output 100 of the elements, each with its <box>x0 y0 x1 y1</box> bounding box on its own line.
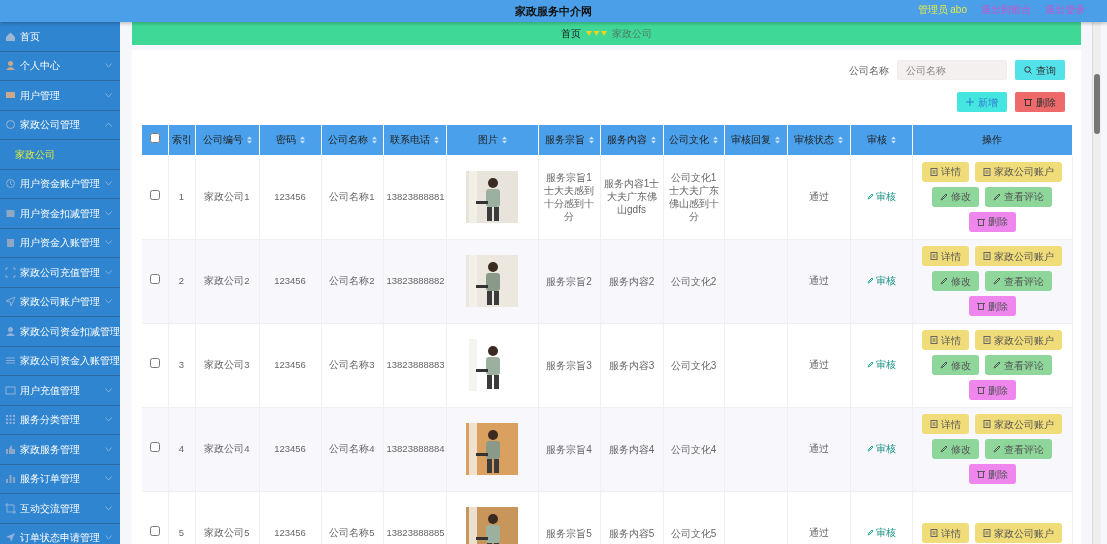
column-header: 操作 <box>912 125 1072 155</box>
table-cell: 服务宗旨2 <box>538 239 600 323</box>
table-cell: 通过 <box>787 491 850 544</box>
edit-button[interactable]: 修改 <box>932 271 979 291</box>
column-header: 索引 <box>168 125 195 155</box>
document-icon <box>930 167 938 176</box>
sidebar-item[interactable]: 个人中心 <box>0 51 120 81</box>
column-header[interactable]: 服务宗旨 <box>538 125 600 155</box>
search-button[interactable]: 查询 <box>1015 60 1065 80</box>
sidebar-item[interactable]: 首页 <box>0 22 120 52</box>
table-cell: 服务内容3 <box>600 323 663 407</box>
sidebar-item[interactable]: 家政公司资金扣减管理 <box>0 317 120 347</box>
trash-icon <box>976 386 985 394</box>
row-checkbox[interactable] <box>149 189 160 200</box>
column-header[interactable]: 审核状态 <box>787 125 850 155</box>
account-button[interactable]: 家政公司账户 <box>975 246 1062 266</box>
trash-icon <box>1024 98 1032 106</box>
edit-button[interactable]: 修改 <box>932 439 979 459</box>
sidebar-item[interactable]: 用户资金入账管理 <box>0 228 120 258</box>
table-cell: 家政公司2 <box>195 239 259 323</box>
account-button[interactable]: 家政公司账户 <box>975 414 1062 434</box>
table-cell: 通过 <box>787 239 850 323</box>
row-checkbox[interactable] <box>149 525 160 536</box>
details-button[interactable]: 详情 <box>922 161 969 182</box>
column-header[interactable]: 联系电话 <box>383 125 446 155</box>
column-header[interactable]: 服务内容 <box>600 125 663 155</box>
grid-icon <box>5 414 16 426</box>
document-icon <box>930 529 938 537</box>
document-icon <box>983 167 991 176</box>
frame-icon <box>5 266 16 278</box>
clock-icon <box>5 178 16 190</box>
edit-button[interactable]: 修改 <box>932 186 979 207</box>
review-link[interactable]: 审核 <box>866 441 896 457</box>
select-all-checkbox[interactable] <box>149 132 160 143</box>
sidebar-item[interactable]: 服务分类管理 <box>0 405 120 435</box>
table-cell: 123456 <box>259 239 321 323</box>
column-header[interactable]: 图片 <box>446 125 538 155</box>
sidebar-item[interactable]: 服务订单管理 <box>0 464 120 494</box>
delete-button[interactable]: 删除 <box>968 464 1016 484</box>
pen-icon <box>993 445 1001 453</box>
sidebar-item[interactable]: 用户管理 <box>0 81 120 111</box>
row-checkbox[interactable] <box>149 441 160 452</box>
sidebar-item[interactable]: 家政公司资金入账管理 <box>0 346 120 376</box>
column-header[interactable]: 公司名称 <box>321 125 383 155</box>
delete-button[interactable]: 删除 <box>968 380 1016 400</box>
trash-icon <box>976 217 985 226</box>
sidebar-item[interactable]: 家政公司管理 <box>0 110 120 140</box>
column-header[interactable]: 公司文化 <box>663 125 724 155</box>
table-cell: 公司名称1 <box>321 155 383 239</box>
column-header[interactable]: 审核 <box>850 125 912 155</box>
account-button[interactable]: 家政公司账户 <box>975 330 1062 350</box>
comments-button[interactable]: 查看评论 <box>985 355 1052 375</box>
review-link[interactable]: 审核 <box>866 525 896 541</box>
edit-button[interactable]: 修改 <box>932 355 979 375</box>
document-icon <box>983 420 991 428</box>
table-cell: 服务宗旨5 <box>538 491 600 544</box>
sidebar-item[interactable]: 用户充值管理 <box>0 376 120 406</box>
row-checkbox[interactable] <box>149 357 160 368</box>
comments-button[interactable]: 查看评论 <box>985 186 1052 207</box>
comments-button[interactable]: 查看评论 <box>985 439 1052 459</box>
chat-icon <box>5 89 16 101</box>
sidebar-item[interactable]: 家政公司充值管理 <box>0 258 120 288</box>
review-link[interactable]: 审核 <box>866 189 896 205</box>
sidebar-item[interactable]: 订单状态申请管理 <box>0 523 120 544</box>
delete-button[interactable]: 删除 <box>968 211 1016 232</box>
details-button[interactable]: 详情 <box>922 330 969 350</box>
details-button[interactable]: 详情 <box>922 523 969 543</box>
table-cell: 服务内容1士大夫广东佛山gdfs <box>600 155 663 239</box>
send-icon <box>5 296 16 308</box>
sidebar-item[interactable]: 用户资金扣减管理 <box>0 199 120 229</box>
add-button[interactable]: 新增 <box>957 92 1007 112</box>
search-label: 公司名称 <box>849 63 889 78</box>
table-cell: 公司文化4 <box>663 407 724 491</box>
sidebar-item[interactable]: 互动交流管理 <box>0 494 120 524</box>
review-link[interactable]: 审核 <box>866 273 896 289</box>
column-header[interactable]: 公司编号 <box>195 125 259 155</box>
table-cell: 公司名称3 <box>321 323 383 407</box>
column-header[interactable]: 审核回复 <box>724 125 787 155</box>
column-header[interactable]: 密码 <box>259 125 321 155</box>
details-button[interactable]: 详情 <box>922 246 969 266</box>
sidebar-item[interactable]: 家政公司账户管理 <box>0 287 120 317</box>
comments-button[interactable]: 查看评论 <box>985 271 1052 291</box>
submenu-item[interactable]: 家政公司 <box>0 140 120 170</box>
account-button[interactable]: 家政公司账户 <box>975 523 1062 543</box>
scrollbar[interactable] <box>1092 22 1101 544</box>
table-cell: 家政公司3 <box>195 323 259 407</box>
row-checkbox[interactable] <box>149 273 160 284</box>
breadcrumb-item[interactable]: 首页 <box>561 26 581 41</box>
details-button[interactable]: 详情 <box>922 414 969 434</box>
sidebar-item[interactable]: 家政服务管理 <box>0 435 120 465</box>
table-cell: 家政公司5 <box>195 491 259 544</box>
pen-icon <box>940 361 948 369</box>
pen-icon <box>866 445 874 453</box>
delete-button[interactable]: 删除 <box>968 296 1016 316</box>
table-cell: 1 <box>168 155 195 239</box>
search-field[interactable]: 公司名称 <box>897 60 1007 80</box>
delete-button[interactable]: 删除 <box>1015 92 1065 112</box>
account-button[interactable]: 家政公司账户 <box>975 161 1062 182</box>
sidebar-item[interactable]: 用户资金账户管理 <box>0 169 120 199</box>
review-link[interactable]: 审核 <box>866 357 896 373</box>
